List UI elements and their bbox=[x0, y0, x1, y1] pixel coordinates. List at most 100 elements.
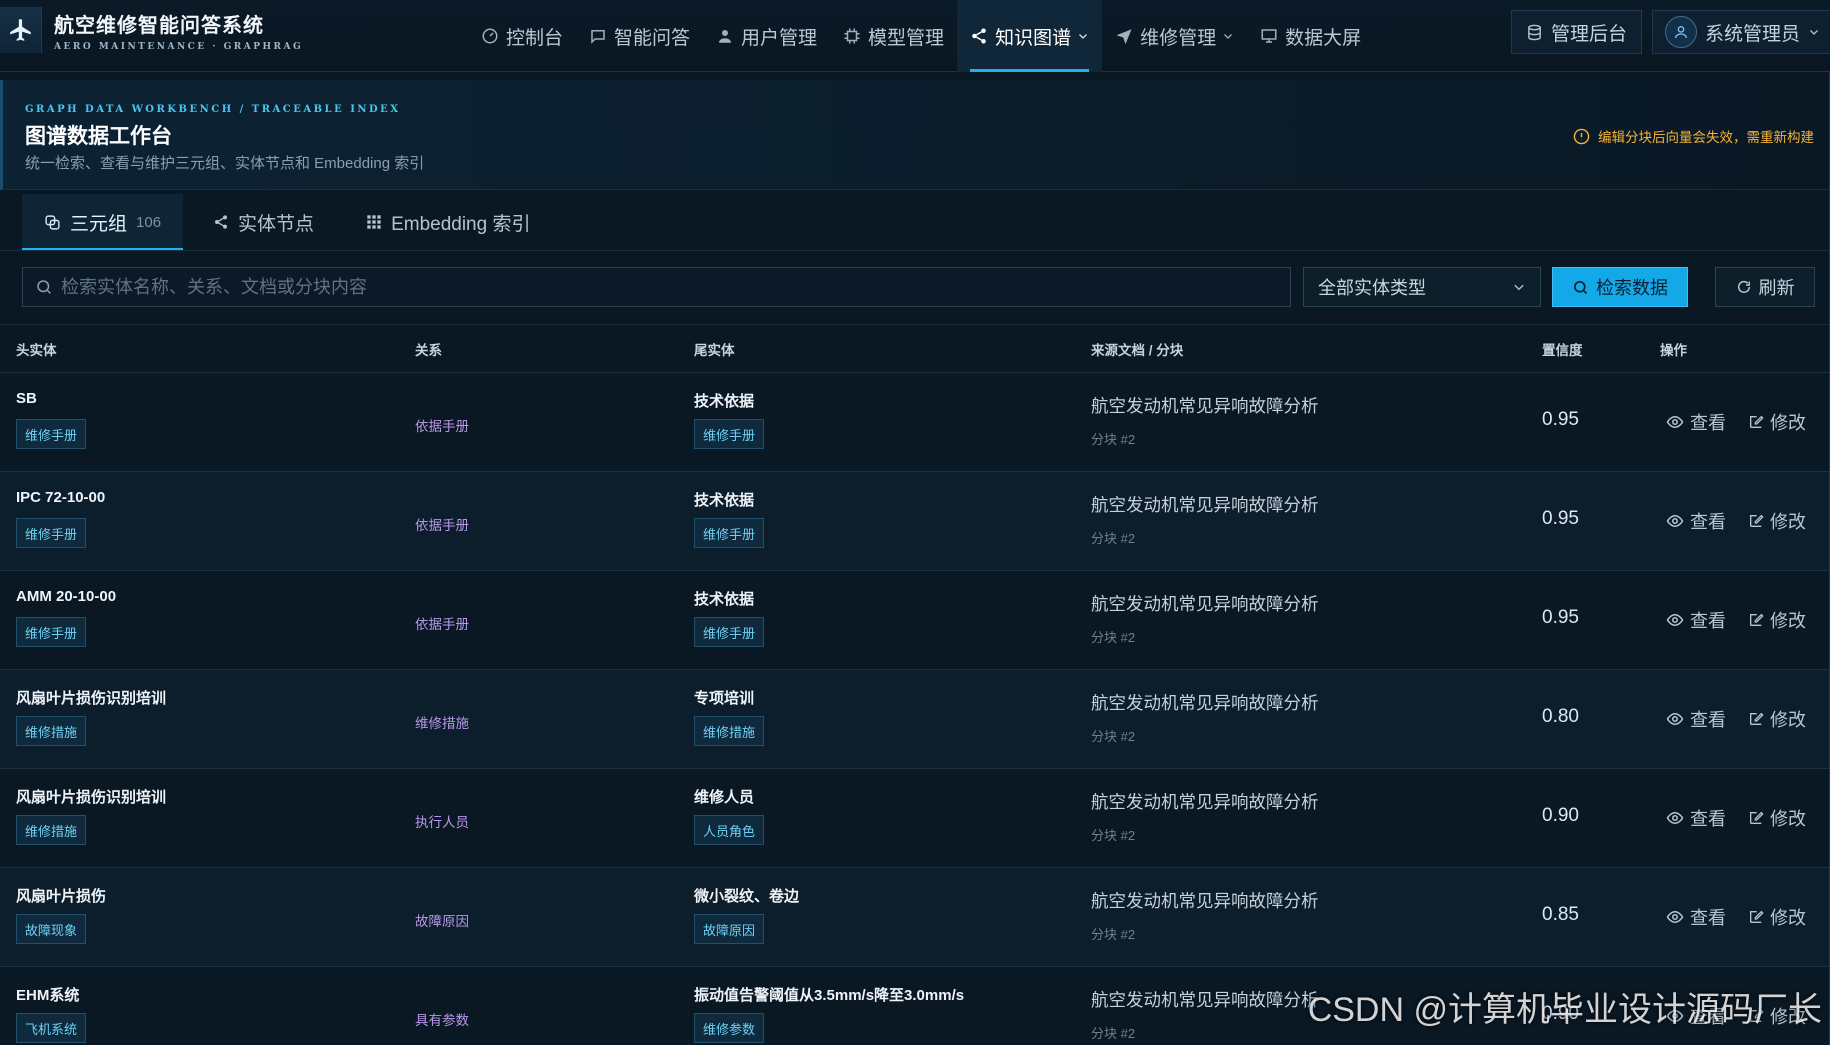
tail-entity[interactable]: 技术依据 bbox=[694, 390, 754, 411]
tail-entity[interactable]: 振动值告警阈值从3.5mm/s降至3.0mm/s bbox=[694, 984, 964, 1005]
edit-label: 修改 bbox=[1770, 413, 1806, 433]
edit-icon bbox=[1750, 415, 1764, 428]
column-header[interactable]: 关系 bbox=[415, 339, 442, 359]
search-data-button[interactable]: 检索数据 bbox=[1552, 267, 1688, 307]
tail-entity[interactable]: 微小裂纹、卷边 bbox=[694, 885, 799, 906]
menu-item-chat[interactable]: 智能问答 bbox=[576, 0, 703, 72]
tail-entity[interactable]: 维修人员 bbox=[694, 786, 754, 807]
edit-button[interactable]: 修改 bbox=[1748, 508, 1806, 534]
edit-icon bbox=[1750, 712, 1764, 725]
head-entity-tag: 维修措施 bbox=[16, 716, 87, 746]
view-button[interactable]: 查看 bbox=[1666, 409, 1726, 435]
table-row[interactable]: 风扇叶片损伤识别培训 维修措施 维修措施 专项培训 维修措施 航空发动机常见异响… bbox=[0, 670, 1830, 769]
table-row[interactable]: AMM 20-10-00 维修手册 依据手册 技术依据 维修手册 航空发动机常见… bbox=[0, 571, 1830, 670]
entity-type-value: 全部实体类型 bbox=[1318, 278, 1426, 298]
head-entity[interactable]: 风扇叶片损伤识别培训 bbox=[16, 786, 166, 807]
menu-label: 用户管理 bbox=[741, 27, 818, 49]
head-entity[interactable]: 风扇叶片损伤 bbox=[16, 885, 106, 906]
eye-icon bbox=[1666, 712, 1684, 726]
nav-right: 管理后台 系统管理员 bbox=[1510, 10, 1830, 54]
edit-label: 修改 bbox=[1770, 710, 1806, 730]
head-entity[interactable]: IPC 72-10-00 bbox=[16, 489, 105, 506]
view-button[interactable]: 查看 bbox=[1666, 508, 1726, 534]
top-navbar: 航空维修智能问答系统 AERO MAINTENANCE · GRAPHRAG 控… bbox=[0, 0, 1830, 72]
relation: 依据手册 bbox=[415, 617, 469, 632]
search-input[interactable] bbox=[61, 276, 1290, 298]
menu-item-users[interactable]: 用户管理 bbox=[703, 0, 830, 72]
menu-label: 知识图谱 bbox=[995, 27, 1072, 49]
edit-label: 修改 bbox=[1770, 611, 1806, 631]
tab-label: 实体节点 bbox=[238, 213, 315, 235]
column-header: 操作 bbox=[1660, 342, 1687, 358]
database-icon bbox=[1528, 24, 1541, 40]
table-row[interactable]: 风扇叶片损伤 故障现象 故障原因 微小裂纹、卷边 故障原因 航空发动机常见异响故… bbox=[0, 868, 1830, 967]
source-document[interactable]: 航空发动机常见异响故障分析 bbox=[1091, 690, 1319, 715]
source-document[interactable]: 航空发动机常见异响故障分析 bbox=[1091, 591, 1319, 616]
edit-button[interactable]: 修改 bbox=[1748, 805, 1806, 831]
source-document[interactable]: 航空发动机常见异响故障分析 bbox=[1091, 789, 1319, 814]
page-description: 统一检索、查看与维护三元组、实体节点和 Embedding 索引 bbox=[25, 155, 425, 172]
menu-item-data-screen[interactable]: 数据大屏 bbox=[1247, 0, 1374, 72]
admin-console-button[interactable]: 管理后台 bbox=[1510, 10, 1642, 54]
menu-item-models[interactable]: 模型管理 bbox=[830, 0, 957, 72]
table-row[interactable]: 风扇叶片损伤识别培训 维修措施 执行人员 维修人员 人员角色 航空发动机常见异响… bbox=[0, 769, 1830, 868]
entity-type-select[interactable]: 全部实体类型 bbox=[1303, 267, 1541, 307]
user-name: 系统管理员 bbox=[1704, 23, 1800, 45]
source-document[interactable]: 航空发动机常见异响故障分析 bbox=[1091, 888, 1319, 913]
source-document[interactable]: 航空发动机常见异响故障分析 bbox=[1091, 987, 1319, 1012]
send-icon bbox=[1116, 29, 1132, 45]
page-title: 图谱数据工作台 bbox=[25, 125, 172, 148]
source-document[interactable]: 航空发动机常见异响故障分析 bbox=[1091, 492, 1319, 517]
view-button[interactable]: 查看 bbox=[1666, 805, 1726, 831]
refresh-button[interactable]: 刷新 bbox=[1715, 267, 1815, 307]
tail-entity[interactable]: 技术依据 bbox=[694, 489, 754, 510]
eye-icon bbox=[1666, 514, 1684, 528]
brand[interactable]: 航空维修智能问答系统 AERO MAINTENANCE · GRAPHRAG bbox=[0, 0, 303, 60]
tab-embedding-index[interactable]: Embedding 索引 bbox=[344, 194, 552, 250]
table-row[interactable]: IPC 72-10-00 维修手册 依据手册 技术依据 维修手册 航空发动机常见… bbox=[0, 472, 1830, 571]
column-header[interactable]: 头实体 bbox=[16, 339, 57, 359]
airplane-icon bbox=[0, 7, 42, 53]
edit-button[interactable]: 修改 bbox=[1748, 607, 1806, 633]
menu-item-dashboard[interactable]: 控制台 bbox=[468, 0, 576, 72]
menu-label: 控制台 bbox=[506, 27, 564, 49]
edit-button[interactable]: 修改 bbox=[1748, 409, 1806, 435]
head-entity[interactable]: AMM 20-10-00 bbox=[16, 588, 116, 605]
edit-button[interactable]: 修改 bbox=[1748, 706, 1806, 732]
tab-divider bbox=[0, 250, 1830, 251]
view-label: 查看 bbox=[1690, 611, 1726, 631]
head-entity[interactable]: SB bbox=[16, 390, 37, 407]
source-document[interactable]: 航空发动机常见异响故障分析 bbox=[1091, 393, 1319, 418]
relation: 故障原因 bbox=[415, 914, 469, 929]
head-entity[interactable]: 风扇叶片损伤识别培训 bbox=[16, 687, 166, 708]
view-button[interactable]: 查看 bbox=[1666, 607, 1726, 633]
view-button[interactable]: 查看 bbox=[1666, 706, 1726, 732]
head-entity-tag: 维修措施 bbox=[16, 815, 87, 845]
column-header[interactable]: 置信度 bbox=[1542, 339, 1583, 359]
tail-entity[interactable]: 专项培训 bbox=[694, 687, 754, 708]
tail-entity[interactable]: 技术依据 bbox=[694, 588, 754, 609]
user-menu-button[interactable]: 系统管理员 bbox=[1651, 10, 1830, 54]
refresh-label: 刷新 bbox=[1758, 278, 1795, 298]
column-header[interactable]: 尾实体 bbox=[694, 339, 735, 359]
tail-entity-tag: 维修手册 bbox=[694, 518, 765, 548]
head-entity-tag: 维修手册 bbox=[16, 419, 87, 449]
menu-item-maintenance[interactable]: 维修管理 bbox=[1102, 0, 1247, 72]
search-box[interactable] bbox=[22, 267, 1291, 307]
brand-title: 航空维修智能问答系统 bbox=[54, 14, 264, 37]
table-row[interactable]: SB 维修手册 依据手册 技术依据 维修手册 航空发动机常见异响故障分析 分块 … bbox=[0, 373, 1830, 472]
column-header[interactable]: 来源文档 / 分块 bbox=[1091, 339, 1183, 359]
view-button[interactable]: 查看 bbox=[1666, 904, 1726, 930]
edit-icon bbox=[1750, 910, 1764, 923]
menu-item-knowledge-graph[interactable]: 知识图谱 bbox=[957, 0, 1103, 72]
edit-button[interactable]: 修改 bbox=[1748, 904, 1806, 930]
menu-label: 模型管理 bbox=[868, 27, 945, 49]
tab-triples[interactable]: 三元组 106 bbox=[22, 194, 184, 250]
warning-notice: 编辑分块后向量会失效，需重新构建 bbox=[1573, 126, 1814, 146]
source-chunk: 分块 #2 bbox=[1091, 828, 1136, 843]
tab-entity-nodes[interactable]: 实体节点 bbox=[191, 194, 336, 250]
edit-label: 修改 bbox=[1770, 908, 1806, 928]
page-header: GRAPH DATA WORKBENCH / TRACEABLE INDEX 图… bbox=[0, 80, 1830, 190]
eye-icon bbox=[1666, 415, 1684, 429]
head-entity[interactable]: EHM系统 bbox=[16, 984, 79, 1005]
